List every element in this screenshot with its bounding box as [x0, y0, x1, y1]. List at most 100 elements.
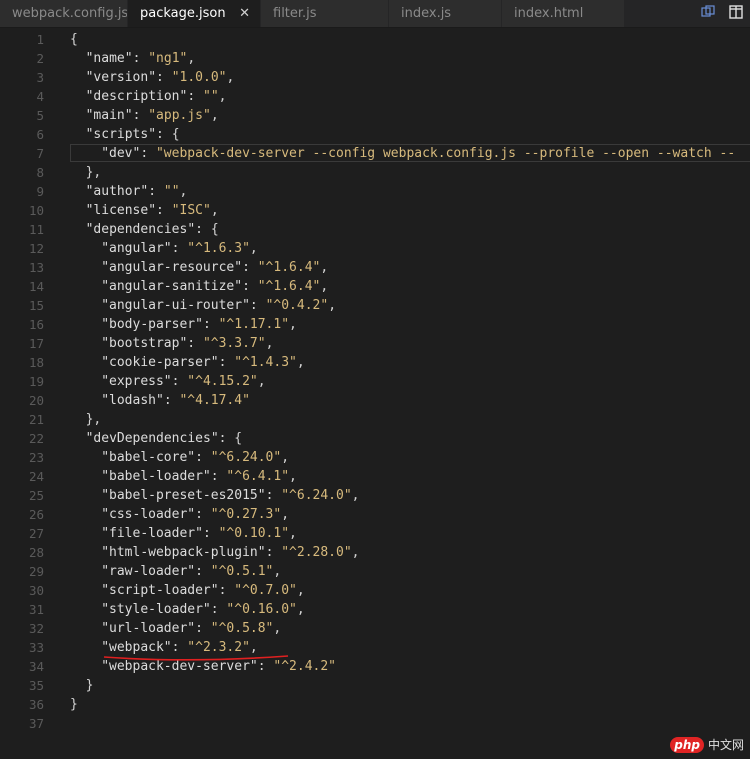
code-line: 21}, [0, 410, 750, 429]
punctuation-token: } [85, 678, 94, 693]
punctuation-token: : [242, 260, 258, 275]
line-number: 22 [28, 431, 44, 446]
code-line: 31 "style-loader": "^0.16.0", [0, 600, 750, 619]
string-token: "^0.5.1" [210, 564, 274, 579]
punctuation-token: , [328, 298, 337, 313]
code-text: "html-webpack-plugin": "^2.28.0", [101, 543, 359, 562]
punctuation-token: , [210, 108, 219, 123]
code-line: 17 "bootstrap": "^3.3.7", [0, 334, 750, 353]
line-number: 33 [28, 640, 44, 655]
string-token: "^6.4.1" [226, 469, 290, 484]
key-token: "express" [101, 374, 172, 389]
code-line: 14 "angular-sanitize": "^1.6.4", [0, 277, 750, 296]
key-token: "raw-loader" [101, 564, 196, 579]
punctuation-token: , [226, 70, 235, 85]
code-line: 27 "file-loader": "^0.10.1", [0, 524, 750, 543]
line-number: 3 [36, 70, 44, 85]
line-number: 6 [36, 127, 44, 142]
key-token: "main" [85, 108, 133, 123]
key-token: "devDependencies" [85, 431, 219, 446]
punctuation-token: , [249, 241, 258, 256]
code-line: 2 "name": "ng1", [0, 49, 750, 68]
punctuation-token: : [210, 602, 227, 617]
code-text: "lodash": "^4.17.4" [101, 391, 250, 410]
line-number: 11 [28, 222, 44, 237]
code-text: "angular-ui-router": "^0.4.2", [101, 296, 336, 315]
code-line: 26 "css-loader": "^0.27.3", [0, 505, 750, 524]
split-view-icon[interactable] [694, 4, 722, 23]
watermark: php 中文网 [670, 736, 744, 753]
code-line: 25 "babel-preset-es2015": "^6.24.0", [0, 486, 750, 505]
string-token: "^0.16.0" [226, 602, 297, 617]
key-token: "description" [85, 89, 188, 104]
line-number: 34 [28, 659, 44, 674]
line-number: 35 [28, 678, 44, 693]
code-text: "cookie-parser": "^1.4.3", [101, 353, 305, 372]
line-number: 26 [28, 507, 44, 522]
tab-package-json[interactable]: package.json ✕ [128, 0, 261, 27]
punctuation-token: : [202, 317, 219, 332]
line-number: 12 [28, 241, 44, 256]
key-token: "url-loader" [101, 621, 196, 636]
key-token: "angular-resource" [101, 260, 243, 275]
code-line: 7 "dev": "webpack-dev-server --config web… [0, 144, 750, 163]
punctuation-token: : [265, 488, 282, 503]
tab-index-js[interactable]: index.js [389, 0, 502, 27]
punctuation-token: : [140, 146, 156, 161]
string-token: "^6.24.0" [210, 450, 282, 465]
punctuation-token: , [351, 545, 360, 560]
string-token: "^0.27.3" [210, 507, 282, 522]
layout-icon[interactable] [722, 4, 750, 23]
code-line: 18 "cookie-parser": "^1.4.3", [0, 353, 750, 372]
key-token: "lodash" [101, 393, 164, 408]
punctuation-token: , [289, 317, 297, 332]
watermark-logo: php [670, 736, 704, 753]
code-line: 37 [0, 714, 750, 733]
string-token: "^1.17.1" [218, 317, 290, 332]
punctuation-token: , [289, 469, 297, 484]
code-line: 12 "angular": "^1.6.3", [0, 239, 750, 258]
code-line: 19 "express": "^4.15.2", [0, 372, 750, 391]
code-line: 1{ [0, 30, 750, 49]
string-token: "^0.5.8" [210, 621, 274, 636]
code-text: "babel-core": "^6.24.0", [101, 448, 289, 467]
punctuation-token: : [249, 298, 266, 313]
code-text: }, [86, 163, 102, 182]
tab-filter-js[interactable]: filter.js [261, 0, 389, 27]
punctuation-token: : [187, 89, 203, 104]
string-token: "^0.10.1" [218, 526, 290, 541]
punctuation-token: , [187, 51, 196, 66]
line-number: 10 [28, 203, 44, 218]
code-text: "url-loader": "^0.5.8", [101, 619, 281, 638]
tab-label: filter.js [273, 6, 317, 21]
line-number: 36 [28, 697, 44, 712]
line-number: 29 [28, 564, 44, 579]
tab-label: index.js [401, 6, 452, 21]
punctuation-token: : [187, 336, 203, 351]
code-text: "description": "", [86, 87, 227, 106]
code-line: 6 "scripts": { [0, 125, 750, 144]
close-icon[interactable]: ✕ [239, 0, 250, 27]
key-token: "author" [85, 184, 149, 199]
string-token: "ISC" [171, 203, 211, 218]
code-line: 32 "url-loader": "^0.5.8", [0, 619, 750, 638]
code-text: "bootstrap": "^3.3.7", [101, 334, 273, 353]
string-token: "ng1" [148, 51, 188, 66]
string-token: "" [203, 89, 219, 104]
key-token: "dependencies" [85, 222, 196, 237]
tab-actions [694, 0, 750, 27]
key-token: "bootstrap" [101, 336, 188, 351]
line-number: 21 [28, 412, 44, 427]
tab-index-html[interactable]: index.html [502, 0, 625, 27]
tab-webpack-config-js[interactable]: webpack.config.js [0, 0, 128, 27]
string-token: "^3.3.7" [202, 336, 266, 351]
key-token: "dev" [101, 146, 141, 161]
code-line: 24 "babel-loader": "^6.4.1", [0, 467, 750, 486]
string-token: "^2.28.0" [281, 545, 352, 560]
code-text: "babel-preset-es2015": "^6.24.0", [101, 486, 359, 505]
punctuation-token: : { [156, 127, 180, 142]
code-editor[interactable]: 1{2 "name": "ng1", 3 "version": "1.0.0", 4 "d… [0, 30, 750, 759]
code-text: "scripts": { [86, 125, 180, 144]
key-token: "angular-sanitize" [101, 279, 243, 294]
key-token: "version" [85, 70, 157, 85]
